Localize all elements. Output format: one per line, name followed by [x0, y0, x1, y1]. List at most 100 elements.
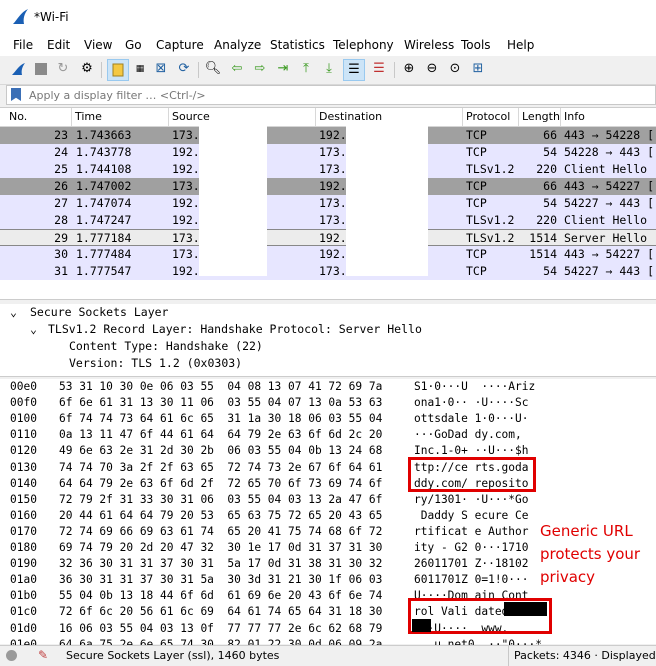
byte-off: 0170 — [10, 524, 37, 538]
redaction-block — [412, 619, 431, 632]
menu-tools[interactable]: Tools — [461, 38, 491, 52]
expert-info-icon[interactable] — [6, 650, 17, 661]
status-separator — [508, 646, 509, 666]
packet-cell-len: 66 — [543, 128, 557, 142]
stop-icon[interactable] — [32, 60, 50, 78]
byte-ascii: ···GoDad dy.com, — [414, 428, 522, 442]
packet-cell-info: Server Hello — [564, 231, 648, 245]
packet-row[interactable]: 25 1.744108 192. 173. TLSv1.2 220 Client Hello — [0, 161, 656, 178]
packet-row[interactable]: 28 1.747247 192. 173. TLSv1.2 220 Client Hello — [0, 212, 656, 229]
annotation-text: Generic URL protects your privacy — [540, 522, 641, 586]
packet-cell-info: Client Hello — [564, 162, 648, 176]
menu-statistics[interactable]: Statistics — [270, 38, 325, 52]
column-header-destination[interactable]: Destination — [316, 108, 463, 126]
reload-icon[interactable]: ⟳ — [175, 60, 193, 78]
url-highlight-box — [408, 457, 536, 492]
redaction-block — [504, 602, 547, 616]
packet-row[interactable]: 26 1.747002 173. 192. TCP 66 443 → 54227 [ — [0, 178, 656, 195]
byte-hex: 72 6f 6c 20 56 61 6c 69 64 61 74 65 64 3… — [59, 605, 383, 619]
byte-hex: 6f 74 74 73 64 61 6c 65 31 1a 30 18 06 0… — [59, 412, 383, 426]
column-header-info[interactable]: Info — [561, 108, 656, 126]
options-gear-icon[interactable]: ⚙ — [78, 60, 96, 78]
packet-cell-len: 66 — [543, 179, 557, 193]
byte-off: 01b0 — [10, 589, 37, 603]
shark-fin-start-icon[interactable] — [10, 60, 28, 78]
packet-row[interactable]: 31 1.777547 192. 173. TCP 54 54227 → 443 [ — [0, 263, 656, 280]
open-file-icon[interactable] — [107, 59, 129, 81]
menu-edit[interactable]: Edit — [47, 38, 70, 52]
packet-cell-proto: TLSv1.2 — [466, 231, 515, 245]
packet-cell-time: 1.747074 — [76, 196, 132, 210]
go-back-icon[interactable]: ⇦ — [228, 60, 246, 78]
column-header-time[interactable]: Time — [72, 108, 169, 126]
menu-wireless[interactable]: Wireless — [404, 38, 454, 52]
packet-cell-len: 220 — [536, 213, 557, 227]
go-forward-icon[interactable]: ⇨ — [251, 60, 269, 78]
title-bar: *Wi-Fi — [0, 0, 656, 34]
find-icon[interactable]: 🔍︎ — [204, 60, 222, 78]
menu-go[interactable]: Go — [125, 38, 142, 52]
column-header-protocol[interactable]: Protocol — [463, 108, 519, 126]
menu-analyze[interactable]: Analyze — [214, 38, 261, 52]
menu-help[interactable]: Help — [507, 38, 534, 52]
detail-line-record-layer[interactable]: TLSv1.2 Record Layer: Handshake Protocol… — [48, 321, 422, 338]
status-text: Secure Sockets Layer (ssl), 1460 bytes — [66, 649, 280, 662]
packet-detail-pane: ⌄ Secure Sockets Layer ⌄ TLSv1.2 Record … — [0, 304, 656, 376]
packet-cell-proto: TCP — [466, 247, 487, 261]
close-file-icon[interactable]: ⊠ — [152, 60, 170, 78]
menu-view[interactable]: View — [84, 38, 112, 52]
go-to-packet-icon[interactable]: ⇥ — [274, 60, 292, 78]
packet-row[interactable]: 30 1.777484 173. 192. TCP 1514 443 → 54227 [ — [0, 246, 656, 263]
restart-icon[interactable]: ↻ — [54, 60, 72, 78]
detail-line-version[interactable]: Version: TLS 1.2 (0x0303) — [69, 355, 242, 372]
detail-line-content-type[interactable]: Content Type: Handshake (22) — [69, 338, 263, 355]
menu-file[interactable]: File — [13, 38, 33, 52]
byte-off: 0110 — [10, 428, 37, 442]
byte-off: 0190 — [10, 557, 37, 571]
bookmark-icon[interactable] — [11, 88, 21, 101]
packet-cell-time: 1.747002 — [76, 179, 132, 193]
packet-cell-proto: TCP — [466, 196, 487, 210]
packet-cell-no: 30 — [54, 247, 68, 261]
byte-ascii: 26011701 Z··18102 — [414, 557, 529, 571]
file-binary-icon[interactable]: ▦ — [131, 60, 149, 78]
column-header-source[interactable]: Source — [169, 108, 316, 126]
packet-cell-len: 1514 — [529, 231, 557, 245]
byte-hex: 49 6e 63 2e 31 2d 30 2b 06 03 55 04 0b 1… — [59, 444, 383, 458]
packet-cell-no: 28 — [54, 213, 68, 227]
zoom-normal-icon[interactable]: ⊙ — [446, 60, 464, 78]
packet-list-header: No. Time Source Destination Protocol Len… — [0, 108, 656, 127]
packet-row[interactable]: 24 1.743778 192. 173. TCP 54 54228 → 443 [ — [0, 144, 656, 161]
packet-cell-len: 1514 — [529, 247, 557, 261]
packet-cell-time: 1.743778 — [76, 145, 132, 159]
menu-capture[interactable]: Capture — [156, 38, 204, 52]
packet-row[interactable]: 27 1.747074 192. 173. TCP 54 54227 → 443 [ — [0, 195, 656, 212]
packet-row[interactable]: 29 1.777184 173. 192. TLSv1.2 1514 Server Hell… — [0, 229, 656, 246]
colorize-icon[interactable]: ☰ — [370, 60, 388, 78]
byte-hex: 69 74 79 20 2d 20 47 32 30 1e 17 0d 31 3… — [59, 541, 383, 554]
tree-toggle-icon[interactable]: ⌄ — [30, 321, 37, 338]
menu-telephony[interactable]: Telephony — [333, 38, 394, 52]
autoscroll-icon[interactable]: ☰ — [343, 59, 365, 81]
packet-row[interactable]: 23 1.743663 173. 192. TCP 66 443 → 54228 [ — [0, 127, 656, 144]
byte-off: 0100 — [10, 412, 37, 426]
last-packet-icon[interactable]: ⤓ — [320, 60, 338, 78]
tree-toggle-icon[interactable]: ⌄ — [10, 304, 17, 321]
packet-cell-time: 1.744108 — [76, 162, 132, 176]
column-header-length[interactable]: Length — [519, 108, 561, 126]
packet-cell-info: 54227 → 443 [ — [564, 196, 655, 210]
packet-cell-time: 1.743663 — [76, 128, 132, 142]
resize-columns-icon[interactable]: ⊞ — [469, 60, 487, 78]
zoom-in-icon[interactable]: ⊕ — [400, 60, 418, 78]
byte-ascii: 6011701Z 0=1!0··· — [414, 573, 529, 587]
edit-comment-icon[interactable]: ✎ — [38, 648, 48, 662]
display-filter-input[interactable] — [29, 86, 629, 104]
packet-cell-len: 220 — [536, 162, 557, 176]
first-packet-icon[interactable]: ⤒ — [297, 60, 315, 78]
toolbar-separator — [101, 62, 102, 78]
packet-cell-proto: TLSv1.2 — [466, 213, 515, 227]
zoom-out-icon[interactable]: ⊖ — [423, 60, 441, 78]
menu-bar: File Edit View Go Capture Analyze Statis… — [0, 34, 656, 56]
column-header-no[interactable]: No. — [6, 108, 72, 126]
detail-line-ssl[interactable]: Secure Sockets Layer — [30, 304, 168, 321]
